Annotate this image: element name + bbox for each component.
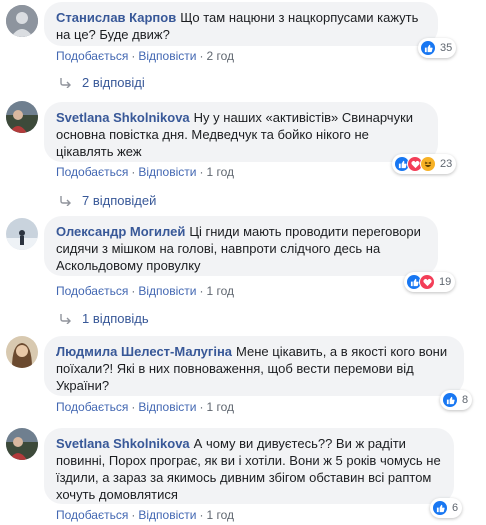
avatar[interactable] — [6, 336, 38, 368]
comment-author[interactable]: Svetlana Shkolnikova — [56, 436, 190, 451]
comment-bubble: Людмила Шелест-Малугіна Мене цікавить, а … — [44, 336, 464, 396]
reaction-summary[interactable]: 23 — [392, 154, 457, 174]
like-link[interactable]: Подобається — [56, 508, 128, 522]
comment-bubble: Svetlana Shkolnikova Ну у наших «активіст… — [44, 102, 438, 162]
reaction-summary[interactable]: 35 — [418, 38, 457, 58]
separator: · — [131, 49, 136, 63]
comment-bubble: Станислав Карпов Що там нацюни з нацкорпу… — [44, 2, 438, 46]
reaction-count: 35 — [440, 42, 453, 54]
separator: · — [131, 165, 136, 179]
like-link[interactable]: Подобається — [56, 400, 128, 414]
comment-actions: Подобається · Відповісти · 1 год — [56, 165, 234, 179]
separator: · — [199, 49, 204, 63]
comment-actions: Подобається · Відповісти · 1 год — [56, 284, 234, 298]
separator: · — [131, 508, 136, 522]
reply-link[interactable]: Відповісти — [138, 49, 196, 63]
comment-time[interactable]: 2 год — [206, 49, 234, 63]
reaction-summary[interactable]: 6 — [430, 498, 463, 518]
reply-arrow-icon — [60, 77, 71, 88]
comment-actions: Подобається · Відповісти · 2 год — [56, 49, 234, 63]
separator: · — [199, 165, 204, 179]
haha-icon — [420, 156, 436, 172]
avatar[interactable] — [6, 101, 38, 133]
avatar[interactable] — [6, 218, 38, 250]
replies-count: 1 відповідь — [82, 311, 149, 326]
like-link[interactable]: Подобається — [56, 284, 128, 298]
like-icon — [432, 500, 448, 516]
reaction-count: 8 — [462, 394, 469, 406]
comment-bubble: Svetlana Shkolnikova А чому ви дивуєтесь?… — [44, 428, 454, 504]
like-link[interactable]: Подобається — [56, 165, 128, 179]
reply-link[interactable]: Відповісти — [138, 284, 196, 298]
like-icon — [420, 40, 436, 56]
comment-time[interactable]: 1 год — [206, 400, 234, 414]
like-icon — [442, 392, 458, 408]
replies-count: 2 відповіді — [82, 75, 145, 90]
reaction-summary[interactable]: 8 — [440, 390, 473, 410]
avatar[interactable] — [6, 5, 38, 37]
reply-link[interactable]: Відповісти — [138, 165, 196, 179]
comment-author[interactable]: Станислав Карпов — [56, 10, 176, 25]
reply-arrow-icon — [60, 313, 71, 324]
separator: · — [131, 400, 136, 414]
reply-arrow-icon — [60, 195, 71, 206]
love-icon — [419, 274, 435, 290]
view-replies-link[interactable]: 7 відповідей — [60, 193, 156, 208]
separator: · — [131, 284, 136, 298]
reply-link[interactable]: Відповісти — [138, 400, 196, 414]
avatar[interactable] — [6, 428, 38, 460]
view-replies-link[interactable]: 2 відповіді — [60, 75, 145, 90]
comment-author[interactable]: Людмила Шелест-Малугіна — [56, 344, 232, 359]
reaction-count: 19 — [439, 276, 452, 288]
view-replies-link[interactable]: 1 відповідь — [60, 311, 149, 326]
comment-bubble: Олександр Могилей Ці гниди мають проводит… — [44, 216, 438, 276]
reply-link[interactable]: Відповісти — [138, 508, 196, 522]
comment-time[interactable]: 1 год — [206, 284, 234, 298]
comment-actions: Подобається · Відповісти · 1 год — [56, 400, 234, 414]
like-link[interactable]: Подобається — [56, 49, 128, 63]
comment-time[interactable]: 1 год — [206, 508, 234, 522]
separator: · — [199, 400, 204, 414]
reaction-count: 6 — [452, 502, 459, 514]
comment-author[interactable]: Svetlana Shkolnikova — [56, 110, 190, 125]
separator: · — [199, 508, 204, 522]
comment-actions: Подобається · Відповісти · 1 год — [56, 508, 234, 522]
comment-author[interactable]: Олександр Могилей — [56, 224, 185, 239]
reaction-summary[interactable]: 19 — [404, 272, 456, 292]
separator: · — [199, 284, 204, 298]
replies-count: 7 відповідей — [82, 193, 157, 208]
comment-time[interactable]: 1 год — [206, 165, 234, 179]
reaction-count: 23 — [440, 158, 453, 170]
